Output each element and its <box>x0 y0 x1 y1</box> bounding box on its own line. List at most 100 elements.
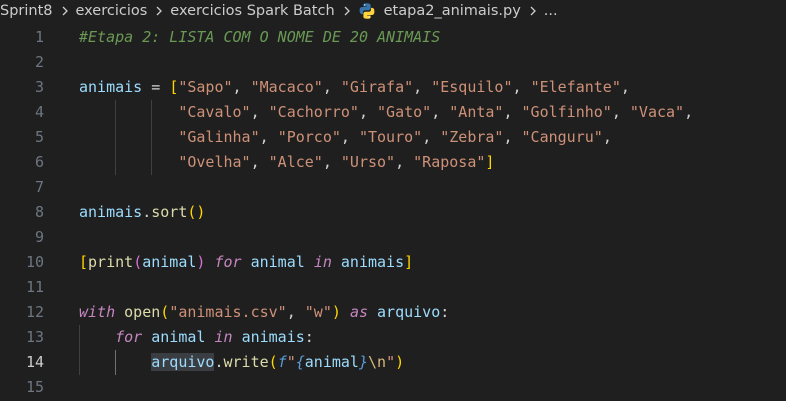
code-line[interactable]: 4 "Cavalo", "Cachorro", "Gato", "Anta", … <box>0 100 786 125</box>
code-token: as <box>349 303 368 321</box>
code-token: animais <box>241 328 305 346</box>
code-token: " <box>286 353 296 371</box>
code-line[interactable]: 7 <box>0 175 786 200</box>
code-token: "Zebra" <box>440 128 504 146</box>
code-token: animais <box>340 253 405 271</box>
code-token: , <box>684 103 694 121</box>
code-token: "Galinha" <box>178 128 260 146</box>
code-token: { <box>295 353 305 371</box>
code-token: , <box>259 128 278 146</box>
line-number: 12 <box>25 303 44 321</box>
code-line[interactable]: 2 <box>0 50 786 75</box>
code-token: ( <box>160 303 170 321</box>
code-token: arquivo <box>377 303 441 321</box>
code-token: with <box>79 303 116 321</box>
code-token: ( <box>133 253 143 271</box>
line-number: 1 <box>34 28 44 46</box>
code-line[interactable]: 10 [print(animal) for animal in animais] <box>0 250 786 275</box>
code-token: ( <box>268 353 278 371</box>
code-token: #Etapa 2: LISTA COM O NOME DE 20 ANIMAIS <box>79 28 441 46</box>
code-token: . <box>142 203 152 221</box>
breadcrumb-more[interactable]: ... <box>544 3 558 19</box>
breadcrumb-item-sprint8[interactable]: Sprint8 <box>0 3 53 19</box>
code-text: "Galinha", "Porco", "Touro", "Zebra", "C… <box>79 125 612 150</box>
code-line[interactable]: 11 <box>0 275 786 300</box>
line-number: 15 <box>25 378 44 396</box>
code-token: () <box>187 203 206 221</box>
code-line[interactable]: 12 with open("animais.csv", "w") as arqui… <box>0 300 786 325</box>
code-line[interactable]: 14 arquivo.write(f"{animal}\n") <box>0 350 786 375</box>
line-number: 6 <box>34 153 44 171</box>
indent-guide <box>151 100 153 175</box>
code-line[interactable]: 9 <box>0 225 786 250</box>
code-line[interactable]: 8 animais.sort() <box>0 200 786 225</box>
code-token: for <box>214 253 242 271</box>
breadcrumb-item-spark-batch[interactable]: exercicios Spark Batch <box>170 3 334 19</box>
code-token: : <box>304 328 314 346</box>
code-token: ) <box>395 353 405 371</box>
indent-guide <box>115 100 117 175</box>
code-token: "Touro" <box>358 128 423 146</box>
code-text: animais.sort() <box>79 200 205 225</box>
code-text: arquivo.write(f"{animal}\n") <box>79 350 404 375</box>
breadcrumb-item-exercicios[interactable]: exercicios <box>76 3 148 19</box>
code-token: "w" <box>304 303 332 321</box>
line-number: 3 <box>34 78 44 96</box>
code-token: "Alce" <box>268 153 323 171</box>
code-line[interactable]: 1 #Etapa 2: LISTA COM O NOME DE 20 ANIMAI… <box>0 25 786 50</box>
code-token: "animais.csv" <box>169 303 287 321</box>
code-token: print <box>88 253 134 271</box>
indent-guide <box>79 325 80 375</box>
code-token: , <box>611 103 630 121</box>
code-token: , <box>286 303 305 321</box>
line-number: 5 <box>34 128 44 146</box>
code-token: , <box>322 153 341 171</box>
code-text: #Etapa 2: LISTA COM O NOME DE 20 ANIMAIS <box>79 25 440 50</box>
line-number: 8 <box>34 203 44 221</box>
code-token: , <box>422 128 441 146</box>
code-token: for <box>115 328 143 346</box>
code-token: "Macaco" <box>250 78 323 96</box>
code-token: "Urso" <box>340 153 396 171</box>
breadcrumb-item-file[interactable]: etapa2_animais.py <box>384 3 521 19</box>
code-token: , <box>358 103 378 121</box>
code-token: ) <box>331 303 341 321</box>
code-line[interactable]: 13 for animal in animais: <box>0 325 786 350</box>
line-number: 14 <box>25 353 44 371</box>
code-line[interactable]: 6 "Ovelha", "Alce", "Urso", "Raposa"] <box>0 150 786 175</box>
code-token: , <box>395 153 414 171</box>
code-text: [print(animal) for animal in animais] <box>79 250 413 275</box>
code-token: , <box>340 128 359 146</box>
code-token: "Esquilo" <box>431 78 513 96</box>
code-token: "Anta" <box>449 103 504 121</box>
code-text: with open("animais.csv", "w") as arquivo… <box>79 300 449 325</box>
code-line[interactable]: 5 "Galinha", "Porco", "Touro", "Zebra", … <box>0 125 786 150</box>
code-text: "Cavalo", "Cachorro", "Gato", "Anta", "G… <box>79 100 693 125</box>
code-token: "Raposa" <box>413 153 486 171</box>
code-token: : <box>440 303 450 321</box>
code-token: animal <box>250 253 305 271</box>
chevron-right-icon <box>344 6 350 16</box>
code-token: "Girafa" <box>340 78 414 96</box>
chevron-right-icon <box>530 6 536 16</box>
code-token: "Vaca" <box>629 103 685 121</box>
code-token: write <box>223 353 269 371</box>
code-token: "Elefante" <box>530 78 621 96</box>
code-token: arquivo <box>151 353 215 371</box>
line-number: 4 <box>34 103 44 121</box>
code-token: , <box>503 128 522 146</box>
code-token: in <box>313 253 332 271</box>
code-token: , <box>322 78 341 96</box>
code-token: animal <box>151 328 206 346</box>
code-editor[interactable]: 1 #Etapa 2: LISTA COM O NOME DE 20 ANIMAI… <box>0 25 786 401</box>
code-line[interactable]: 3 animais = ["Sapo", "Macaco", "Girafa", … <box>0 75 786 100</box>
code-text: "Ovelha", "Alce", "Urso", "Raposa"] <box>79 150 494 175</box>
code-line[interactable]: 15 <box>0 375 786 400</box>
